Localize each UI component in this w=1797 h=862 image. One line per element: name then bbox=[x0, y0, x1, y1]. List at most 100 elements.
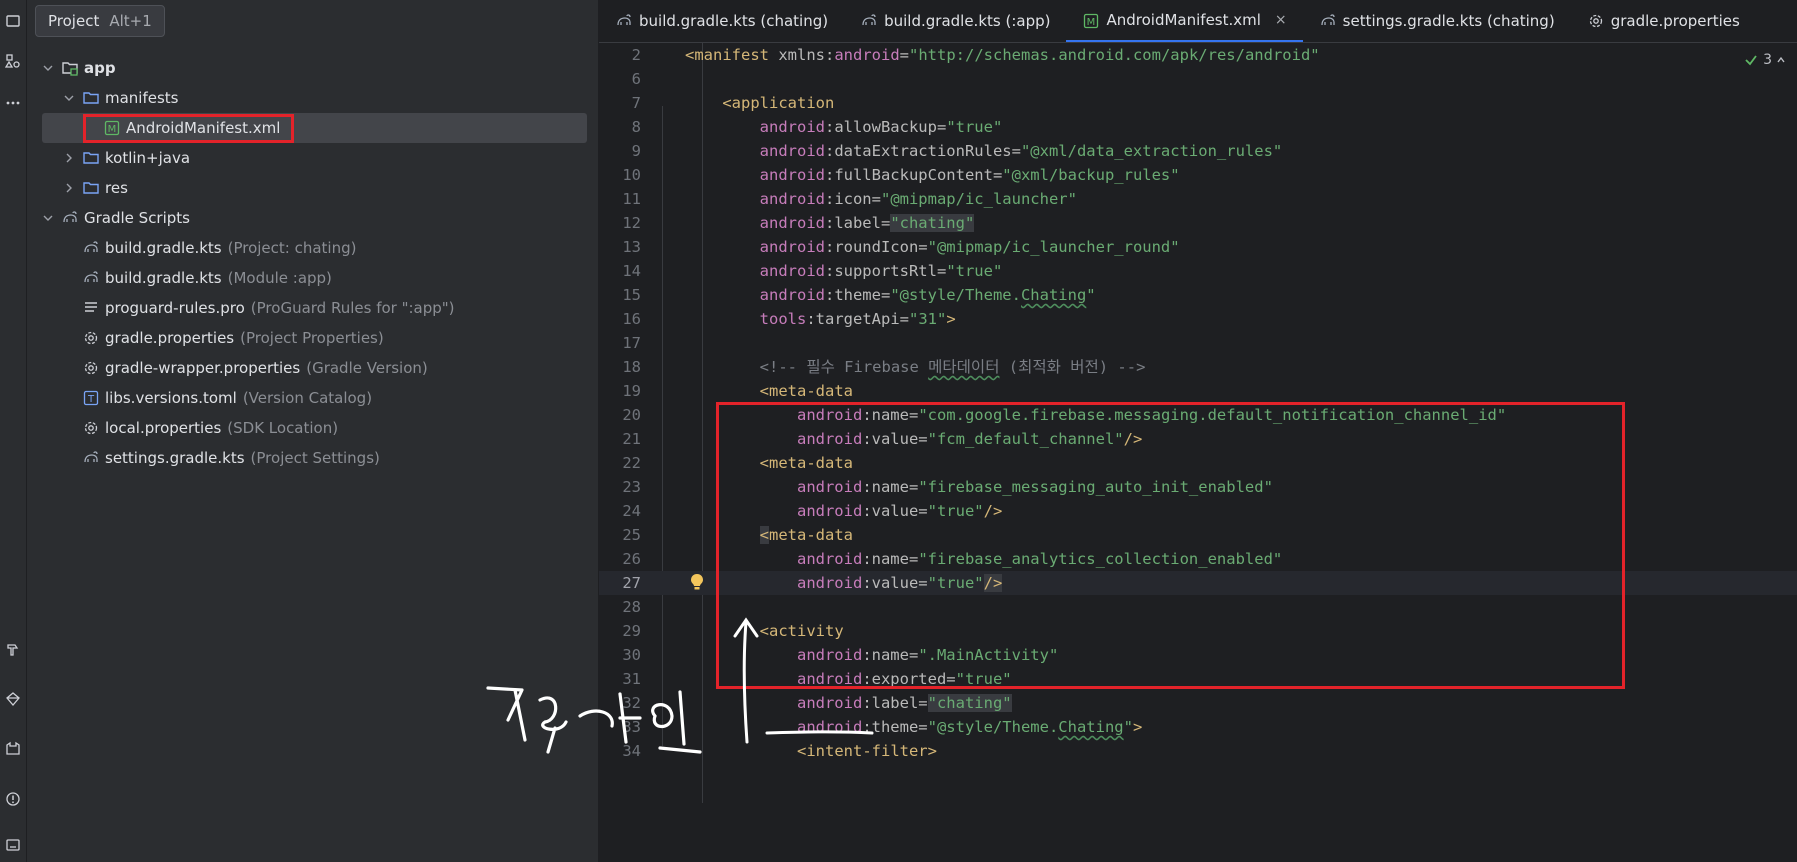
structure-icon[interactable] bbox=[0, 48, 26, 74]
code-token: android bbox=[759, 190, 825, 208]
code-line[interactable]: 18 <!-- 필수 Firebase 메타데이터 (최적화 버전) --> bbox=[599, 355, 1797, 379]
code-line[interactable]: 12 android:label="chating" bbox=[599, 211, 1797, 235]
text-file-icon bbox=[82, 299, 100, 317]
problems-icon[interactable] bbox=[0, 786, 26, 812]
editor-tab[interactable]: gradle.properties bbox=[1571, 0, 1756, 42]
project-folder-icon[interactable] bbox=[0, 8, 26, 34]
editor-tabs: build.gradle.kts (chating) build.gradle.k… bbox=[599, 0, 1797, 43]
code-token: tools bbox=[759, 310, 807, 328]
code-token: :roundIcon= bbox=[824, 238, 928, 256]
code-token: android bbox=[759, 238, 825, 256]
check-icon bbox=[1745, 55, 1757, 66]
code-text: android:roundIcon="@mipmap/ic_launcher_r… bbox=[685, 235, 1180, 259]
activity-bar bbox=[0, 0, 27, 862]
editor-tab[interactable]: M AndroidManifest.xml × bbox=[1066, 0, 1303, 42]
tree-item[interactable]: gradle-wrapper.properties (Gradle Version… bbox=[27, 353, 598, 383]
chevron-up-icon bbox=[1777, 56, 1785, 63]
tab-label: build.gradle.kts (:app) bbox=[884, 12, 1051, 30]
terminal-icon[interactable] bbox=[0, 832, 26, 858]
code-text: android:label="chating" bbox=[685, 691, 1012, 715]
tree-item[interactable]: manifests bbox=[27, 83, 598, 113]
code-token: > bbox=[946, 310, 956, 328]
logcat-icon[interactable] bbox=[0, 736, 26, 762]
code-token: :label= bbox=[824, 214, 891, 232]
tree-item[interactable]: build.gradle.kts (Project: chating) bbox=[27, 233, 598, 263]
code-line[interactable]: 19 <meta-data bbox=[599, 379, 1797, 403]
code-token: "@mipmap/ic_launcher_round" bbox=[927, 238, 1180, 256]
code-line[interactable]: 14 android:supportsRtl="true" bbox=[599, 259, 1797, 283]
tree-item[interactable]: Tlibs.versions.toml (Version Catalog) bbox=[27, 383, 598, 413]
folder-icon bbox=[82, 89, 100, 107]
line-number: 25 bbox=[622, 526, 641, 544]
tree-item[interactable]: app bbox=[27, 53, 598, 83]
code-token: < bbox=[759, 382, 769, 400]
build-hammer-icon[interactable] bbox=[0, 636, 26, 662]
code-line[interactable]: 32 android:label="chating" bbox=[599, 691, 1797, 715]
code-token: "@style/Theme. bbox=[927, 718, 1059, 736]
code-text: android:theme="@style/Theme.Chating"> bbox=[685, 715, 1142, 739]
code-line[interactable]: 9 android:dataExtractionRules="@xml/data… bbox=[599, 139, 1797, 163]
code-line[interactable]: 16 tools:targetApi="31"> bbox=[599, 307, 1797, 331]
tree-item-label: settings.gradle.kts bbox=[105, 449, 245, 467]
close-icon[interactable]: × bbox=[1275, 12, 1287, 28]
line-number: 24 bbox=[622, 502, 641, 520]
code-line[interactable]: 6 bbox=[599, 67, 1797, 91]
gradle-icon bbox=[82, 269, 100, 287]
lightbulb-icon[interactable] bbox=[690, 573, 704, 595]
tree-item-hint: (ProGuard Rules for ":app") bbox=[250, 299, 455, 317]
line-number: 2 bbox=[631, 46, 641, 64]
tree-item[interactable]: build.gradle.kts (Module :app) bbox=[27, 263, 598, 293]
tree-item-hint: (Project Settings) bbox=[250, 449, 380, 467]
code-line[interactable]: 17 bbox=[599, 331, 1797, 355]
chevron-down-icon[interactable] bbox=[41, 212, 55, 224]
editor-tab[interactable]: build.gradle.kts (chating) bbox=[599, 0, 844, 42]
code-line[interactable]: 10 android:fullBackupContent="@xml/backu… bbox=[599, 163, 1797, 187]
code-line[interactable]: 2 <manifest xmlns:android="http://schemas… bbox=[599, 43, 1797, 67]
tree-item[interactable]: settings.gradle.kts (Project Settings) bbox=[27, 443, 598, 473]
line-number: 21 bbox=[622, 430, 641, 448]
inspections-widget[interactable]: 3 bbox=[1744, 52, 1785, 68]
tree-item-label: app bbox=[84, 59, 116, 77]
tree-item[interactable]: res bbox=[27, 173, 598, 203]
line-number: 31 bbox=[622, 670, 641, 688]
line-number: 28 bbox=[622, 598, 641, 616]
tree-item[interactable]: Gradle Scripts bbox=[27, 203, 598, 233]
tab-label: build.gradle.kts (chating) bbox=[639, 12, 829, 30]
code-token: intent-filter bbox=[806, 742, 928, 760]
tree-item[interactable]: kotlin+java bbox=[27, 143, 598, 173]
tree-item[interactable]: local.properties (SDK Location) bbox=[27, 413, 598, 443]
line-number: 27 bbox=[622, 574, 641, 592]
chevron-right-icon[interactable] bbox=[62, 182, 76, 194]
tree-item-label: res bbox=[105, 179, 128, 197]
code-line[interactable]: 13 android:roundIcon="@mipmap/ic_launche… bbox=[599, 235, 1797, 259]
code-line[interactable]: 34 <intent-filter> bbox=[599, 739, 1797, 763]
code-line[interactable]: 7 <application bbox=[599, 91, 1797, 115]
code-line[interactable]: 33 android:theme="@style/Theme.Chating"> bbox=[599, 715, 1797, 739]
diamond-icon[interactable] bbox=[0, 686, 26, 712]
line-number: 14 bbox=[622, 262, 641, 280]
tree-item-hint: (Project: chating) bbox=[227, 239, 357, 257]
code-token: android bbox=[759, 118, 825, 136]
code-token: = bbox=[899, 46, 910, 64]
chevron-down-icon[interactable] bbox=[41, 62, 55, 74]
code-line[interactable]: 8 android:allowBackup="true" bbox=[599, 115, 1797, 139]
chevron-down-icon[interactable] bbox=[62, 92, 76, 104]
code-token: "@xml/backup_rules" bbox=[1002, 166, 1180, 184]
tree-item-hint: (Gradle Version) bbox=[306, 359, 428, 377]
tree-item-label: manifests bbox=[105, 89, 179, 107]
line-number: 32 bbox=[622, 694, 641, 712]
line-number: 30 bbox=[622, 646, 641, 664]
folder-icon bbox=[82, 149, 100, 167]
tree-item[interactable]: gradle.properties (Project Properties) bbox=[27, 323, 598, 353]
code-line[interactable]: 11 android:icon="@mipmap/ic_launcher" bbox=[599, 187, 1797, 211]
editor-tab[interactable]: settings.gradle.kts (chating) bbox=[1303, 0, 1571, 42]
more-icon[interactable] bbox=[0, 90, 26, 116]
chevron-right-icon[interactable] bbox=[62, 152, 76, 164]
tree-item[interactable]: proguard-rules.pro (ProGuard Rules for ":… bbox=[27, 293, 598, 323]
editor-tab[interactable]: build.gradle.kts (:app) bbox=[844, 0, 1066, 42]
code-line[interactable]: 15 android:theme="@style/Theme.Chating" bbox=[599, 283, 1797, 307]
